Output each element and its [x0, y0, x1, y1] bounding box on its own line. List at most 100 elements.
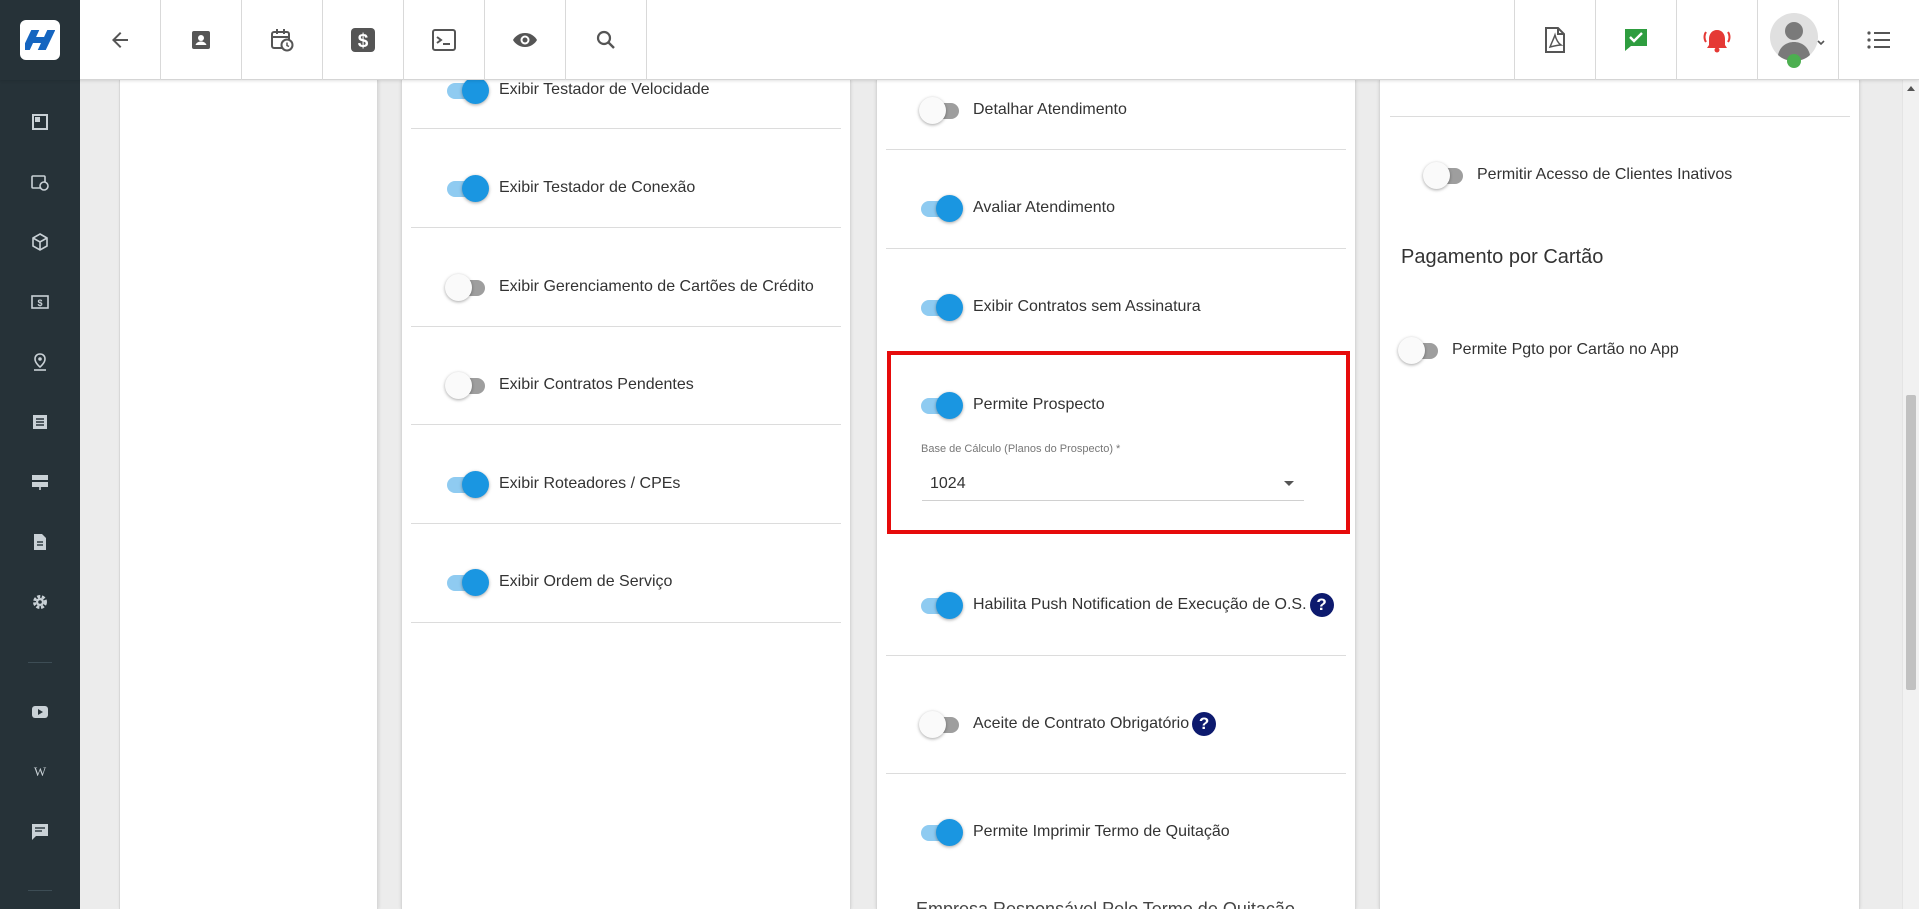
chat-check-button[interactable] — [1595, 0, 1676, 80]
toggle-row-credit-cards: Exibir Gerenciamento de Cartões de Crédi… — [445, 272, 814, 302]
svg-text:W: W — [34, 765, 47, 779]
calc-base-label: Base de Cálculo (Planos do Prospecto) * — [921, 443, 1121, 455]
chat-icon — [32, 824, 48, 840]
toggle-switch[interactable] — [1423, 160, 1467, 190]
back-button[interactable] — [80, 0, 161, 80]
toggle-switch[interactable] — [919, 292, 963, 322]
toggle-label: Avaliar Atendimento — [973, 199, 1116, 216]
wiki-icon: W — [34, 765, 47, 779]
list-icon — [33, 415, 47, 429]
money-icon: $ — [31, 295, 49, 309]
search-icon — [596, 30, 615, 49]
pdf-button[interactable] — [1514, 0, 1595, 80]
svg-text:$: $ — [37, 298, 42, 308]
sidebar-item-chat[interactable] — [0, 810, 80, 854]
toggle-switch[interactable] — [919, 709, 963, 739]
toggle-switch[interactable] — [919, 817, 963, 847]
toggle-switch[interactable] — [445, 272, 489, 302]
sidebar-item-servers[interactable] — [0, 460, 80, 504]
partial-field-label: Empresa Responsável Pelo Termo de Quitaç… — [916, 899, 1295, 909]
toggle-switch[interactable] — [445, 173, 489, 203]
view-button[interactable] — [485, 0, 566, 80]
top-toolbar: $ — [0, 0, 1919, 80]
toggle-label: Exibir Testador de Velocidade — [499, 81, 710, 98]
toggle-switch[interactable] — [919, 193, 963, 223]
sidebar-item-finance[interactable]: $ — [0, 280, 80, 324]
youtube-icon — [32, 706, 48, 718]
terminal-button[interactable] — [404, 0, 485, 80]
row-divider — [411, 326, 841, 327]
section-title: Pagamento por Cartão — [1401, 246, 1604, 268]
sidebar: $ W — [0, 80, 80, 909]
toggle-switch[interactable] — [919, 390, 963, 420]
row-divider — [1390, 116, 1850, 117]
toggle-row-detail-service: Detalhar Atendimento — [919, 95, 1127, 125]
row-divider — [411, 622, 841, 623]
dropdown-arrow-icon — [1284, 481, 1294, 486]
sidebar-item-wiki[interactable]: W — [0, 750, 80, 794]
sidebar-item-list[interactable] — [0, 400, 80, 444]
toggle-row-pending-contracts: Exibir Contratos Pendentes — [445, 370, 694, 400]
sidebar-item-videos[interactable] — [0, 690, 80, 734]
sidebar-item-map[interactable] — [0, 340, 80, 384]
gear-icon — [33, 595, 47, 609]
schedule-button[interactable] — [242, 0, 323, 80]
toggle-label: Exibir Ordem de Serviço — [499, 573, 673, 590]
help-icon[interactable]: ? — [1309, 593, 1334, 617]
svg-text:$: $ — [358, 31, 369, 52]
select-value: 1024 — [930, 474, 966, 492]
menu-list-icon — [1867, 31, 1890, 49]
scroll-thumb[interactable] — [1906, 395, 1916, 690]
scroll-up-icon[interactable] — [1907, 86, 1915, 91]
toggle-switch[interactable] — [919, 590, 963, 620]
page-scrollbar[interactable] — [1902, 80, 1919, 909]
toggle-switch[interactable] — [445, 567, 489, 597]
toggle-row-service-orders: Exibir Ordem de Serviço — [445, 567, 672, 597]
toggle-label: Aceite de Contrato Obrigatório — [973, 715, 1190, 732]
search-button[interactable] — [566, 0, 647, 80]
help-icon[interactable]: ? — [1192, 712, 1217, 736]
toggle-label: Exibir Testador de Conexão — [499, 179, 696, 196]
toggle-label: Permite Imprimir Termo de Quitação — [973, 823, 1230, 840]
sidebar-divider — [28, 890, 52, 891]
sidebar-item-documents[interactable] — [0, 520, 80, 564]
toggle-row-rate-service: Avaliar Atendimento — [919, 193, 1115, 223]
sidebar-item-dashboard[interactable] — [0, 100, 80, 144]
toggle-label: Detalhar Atendimento — [973, 101, 1127, 118]
row-divider — [411, 523, 841, 524]
row-divider — [886, 248, 1346, 249]
pdf-icon — [1545, 27, 1565, 53]
left-panel — [119, 80, 378, 909]
toggle-label: Exibir Contratos Pendentes — [499, 376, 694, 393]
toggle-switch[interactable] — [1398, 335, 1442, 365]
map-pin-icon — [34, 353, 46, 371]
alarm-button[interactable] — [1676, 0, 1757, 80]
sidebar-item-settings[interactable] — [0, 580, 80, 624]
calc-base-select[interactable]: 1024 — [922, 467, 1304, 501]
toggle-row-card-payment: Permite Pgto por Cartão no App — [1398, 335, 1679, 365]
user-avatar-icon — [1769, 13, 1825, 68]
contacts-button[interactable] — [161, 0, 242, 80]
toggle-switch[interactable] — [919, 95, 963, 125]
dollar-icon: $ — [351, 28, 375, 52]
terminal-icon — [432, 29, 456, 51]
calendar-clock-icon — [31, 175, 49, 191]
finance-button[interactable]: $ — [323, 0, 404, 80]
sidebar-item-inventory[interactable] — [0, 220, 80, 264]
menu-button[interactable] — [1838, 0, 1919, 80]
document-icon — [34, 534, 46, 550]
row-divider — [411, 227, 841, 228]
toggle-label: Exibir Contratos sem Assinatura — [973, 298, 1201, 315]
back-arrow-icon — [112, 32, 128, 48]
toggle-row-push-notification: Habilita Push Notification de Execução d… — [919, 590, 1334, 620]
calendar-clock-icon — [271, 29, 294, 52]
sidebar-item-schedule[interactable] — [0, 160, 80, 204]
user-menu-button[interactable] — [1757, 0, 1837, 80]
row-divider — [886, 149, 1346, 150]
toggle-switch[interactable] — [445, 370, 489, 400]
toggle-switch[interactable] — [445, 469, 489, 499]
server-icon — [32, 475, 48, 490]
app-logo[interactable] — [0, 0, 80, 80]
chat-check-icon — [1625, 29, 1647, 51]
row-divider — [411, 424, 841, 425]
